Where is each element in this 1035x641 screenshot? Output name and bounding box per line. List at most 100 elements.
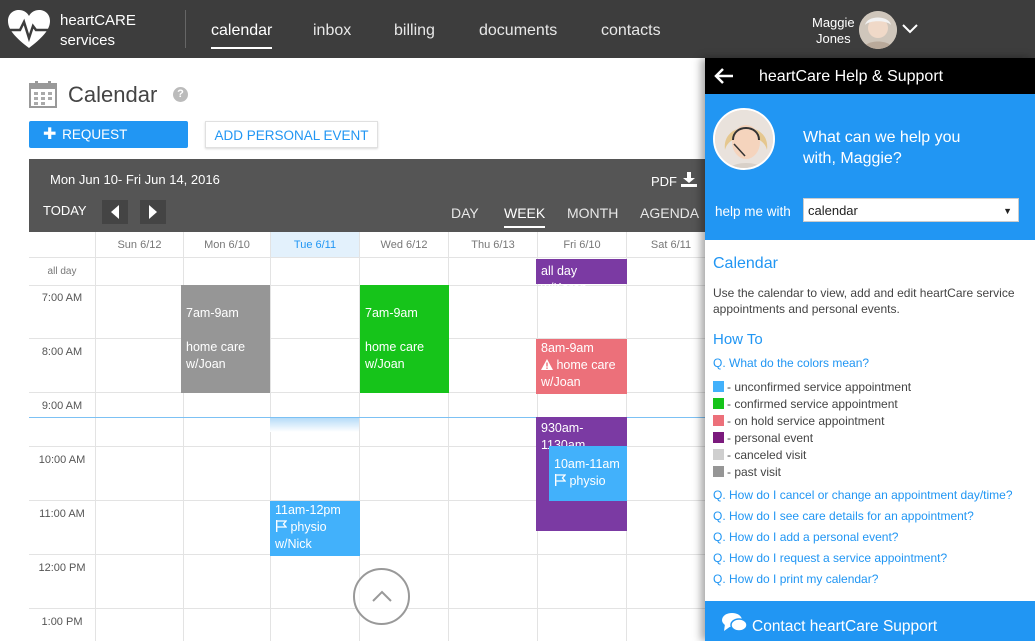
legend-swatch	[713, 449, 724, 460]
calendar-icon	[29, 81, 57, 108]
heart-pulse-logo-icon[interactable]	[6, 8, 52, 50]
event-home-care-mon[interactable]: 7am-9am home care w/Joan	[181, 285, 270, 393]
help-topic-value: calendar	[808, 203, 858, 218]
legend-swatch	[713, 381, 724, 392]
event-all-day-karen[interactable]: all day w/Karen	[536, 259, 627, 295]
time-label: 11:00 AM	[39, 508, 85, 520]
next-week-button[interactable]	[140, 200, 166, 224]
brand-line1: heartCARE	[60, 12, 136, 29]
help-hero: What can we help you with, Maggie? help …	[705, 94, 1035, 240]
help-me-label: help me with	[715, 204, 791, 219]
time-label: 12:00 PM	[38, 562, 86, 574]
legend-swatch	[713, 466, 724, 477]
nav-contacts[interactable]: contacts	[601, 22, 661, 40]
event-physio-fri[interactable]: 10am-11am physio	[549, 446, 627, 501]
legend-on-hold: - on hold service appointment	[713, 414, 884, 428]
nav-billing[interactable]: billing	[394, 22, 435, 40]
nav-documents[interactable]: documents	[479, 22, 557, 40]
nav-inbox[interactable]: inbox	[313, 22, 351, 40]
calendar-toolbar: Mon Jun 10- Fri Jun 14, 2016 PDF TODAY D…	[29, 159, 705, 232]
arrow-right-icon	[149, 205, 157, 219]
event-time: 11am-12pm	[275, 503, 341, 517]
time-label: 7:00 AM	[41, 292, 83, 304]
faq-link[interactable]: Q. How do I request a service appointmen…	[713, 551, 947, 565]
grid-hline	[29, 554, 705, 555]
event-time: 7am-9am	[365, 306, 418, 320]
day-header[interactable]: Mon 6/10	[184, 232, 271, 258]
event-desc: physio	[569, 474, 606, 488]
legend-label: - canceled visit	[727, 448, 807, 462]
event-home-care-wed[interactable]: 7am-9am home care w/Joan	[360, 285, 449, 393]
day-header[interactable]: Wed 6/12	[360, 232, 449, 258]
hero-line1: What can we help you	[803, 129, 961, 146]
nav-calendar[interactable]: calendar	[211, 22, 273, 49]
faq-link[interactable]: Q. How do I see care details for an appo…	[713, 509, 974, 523]
user-avatar-icon	[859, 11, 897, 49]
view-month[interactable]: MONTH	[567, 205, 618, 221]
faq-colors-link[interactable]: Q. What do the colors mean?	[713, 356, 869, 370]
day-header[interactable]: Sat 6/11	[627, 232, 705, 258]
hero-line2: with, Maggie?	[803, 150, 902, 167]
day-header-today[interactable]: Tue 6/11	[271, 232, 360, 258]
view-agenda[interactable]: AGENDA	[640, 205, 699, 221]
download-icon	[680, 172, 697, 187]
legend-canceled: - canceled visit	[713, 448, 806, 462]
support-agent-avatar	[713, 108, 775, 170]
top-nav: heartCARE services calendar inbox billin…	[0, 0, 1035, 58]
chevron-up-icon	[372, 590, 392, 602]
legend-label: - personal event	[727, 431, 814, 445]
day-header[interactable]: Fri 6/10	[538, 232, 627, 258]
legend-label: - past visit	[727, 465, 782, 479]
flag-icon	[555, 474, 567, 486]
request-service-button[interactable]: ✚ REQUEST SERVICE	[29, 121, 188, 169]
day-header[interactable]: Sun 6/12	[96, 232, 184, 258]
add-personal-event-button[interactable]: ADD PERSONAL EVENT	[205, 121, 378, 148]
faq-link[interactable]: Q. How do I print my calendar?	[713, 572, 878, 586]
contact-support-button[interactable]: Contact heartCare Support	[705, 601, 1035, 641]
view-day[interactable]: DAY	[451, 205, 479, 221]
legend-swatch	[713, 415, 724, 426]
grid-vline	[95, 258, 96, 641]
time-label: 8:00 AM	[41, 346, 83, 358]
arrow-back-icon[interactable]	[714, 68, 734, 84]
event-time: 10am-11am	[554, 457, 620, 471]
time-label: 9:00 AM	[41, 400, 83, 412]
help-panel-header: heartCare Help & Support	[705, 58, 1035, 94]
time-label: 10:00 AM	[38, 454, 86, 466]
nav-divider	[185, 10, 186, 48]
grid-vline	[270, 258, 271, 641]
chevron-down-icon[interactable]	[902, 24, 918, 34]
help-topic-select[interactable]: calendar ▼	[803, 198, 1019, 222]
legend-personal: - personal event	[713, 431, 813, 445]
help-icon[interactable]: ?	[173, 87, 188, 102]
user-name[interactable]: Maggie Jones	[812, 15, 855, 47]
section-title: Calendar	[713, 255, 778, 272]
today-button[interactable]: TODAY	[43, 203, 87, 218]
event-desc: home care w/Joan	[365, 340, 425, 371]
arrow-left-icon	[111, 205, 119, 219]
event-desc: home care w/Joan	[186, 340, 246, 371]
flag-icon	[276, 520, 288, 532]
event-home-care-fri[interactable]: 8am-9am home care w/Joan	[536, 339, 627, 394]
faq-link[interactable]: Q. How do I cancel or change an appointm…	[713, 488, 1013, 502]
pdf-download-button[interactable]: PDF	[651, 172, 697, 189]
avatar[interactable]	[859, 11, 897, 49]
event-desc: home care w/Joan	[541, 358, 616, 389]
faq-link[interactable]: Q. How do I add a personal event?	[713, 530, 898, 544]
help-panel: heartCare Help & Support What can we hel…	[705, 58, 1035, 641]
time-col-header	[29, 232, 96, 258]
day-header[interactable]: Thu 6/13	[449, 232, 538, 258]
view-week[interactable]: WEEK	[504, 205, 546, 228]
plus-icon: ✚	[43, 126, 57, 143]
caret-down-icon: ▼	[1003, 206, 1012, 216]
event-time: all day w/Karen	[541, 264, 587, 295]
support-agent-icon	[715, 110, 773, 168]
warning-icon	[541, 359, 553, 370]
event-physio-tue[interactable]: 11am-12pm physio w/Nick	[270, 501, 360, 556]
today-highlight	[270, 418, 359, 432]
brand-line2: services	[60, 32, 116, 49]
prev-week-button[interactable]	[102, 200, 128, 224]
scroll-up-button[interactable]	[353, 568, 410, 625]
page-title: Calendar	[68, 82, 158, 107]
legend-past: - past visit	[713, 465, 781, 479]
